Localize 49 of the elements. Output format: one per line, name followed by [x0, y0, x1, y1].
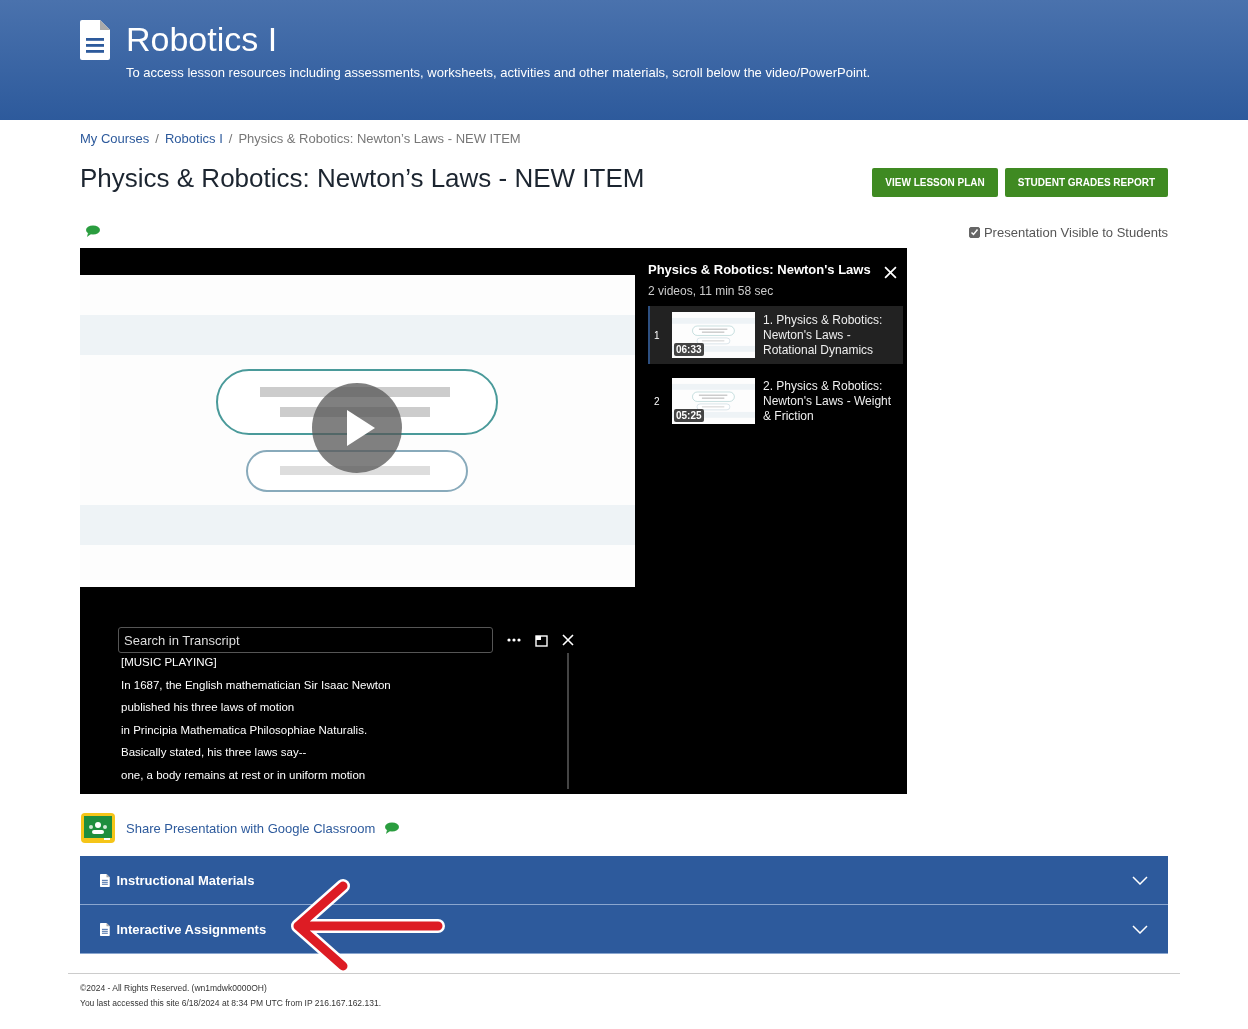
popout-icon[interactable] [535, 633, 548, 647]
classroom-icon[interactable] [80, 812, 116, 844]
chevron-icon [1132, 924, 1148, 934]
video-title: 2. Physics & Robotics: Newton's Laws - Weight & Friction [763, 378, 893, 424]
course-title: Robotics I [126, 20, 279, 59]
comment-icon[interactable] [385, 822, 400, 834]
playlist-summary: 2 videos, 11 min 58 sec [648, 284, 775, 298]
transcript-search-field[interactable]: Search in Transcript [118, 627, 493, 653]
section-title: Interactive Assignments [116, 921, 267, 937]
comment-icon[interactable] [86, 225, 100, 237]
video-title: 1. Physics & Robotics: Newton's Laws - Rotational Dynamics [763, 312, 884, 358]
page-title: Physics & Robotics: Newton’s Laws - NEW ITEM [80, 163, 645, 194]
playlist-title: Physics & Robotics: Newton's Laws [648, 262, 871, 277]
play-icon[interactable] [312, 383, 402, 473]
footer-text: ©2024 - All Rights Reserved. (wn1mdwk0000OH) [80, 982, 268, 995]
document-icon [100, 873, 111, 887]
breadcrumb-link[interactable]: Robotics I [165, 131, 223, 146]
playlist-item[interactable]: 2 05:25 2. Physics & Robotics: Newton's Laws - Weight & Friction [648, 372, 903, 430]
checkbox-label: Presentation Visible to Students [983, 224, 1168, 240]
item-number: 1 [654, 329, 661, 341]
transcript-line[interactable]: In 1687, the English mathematician Sir Isaac Newton [118, 675, 567, 699]
checkbox[interactable] [968, 226, 980, 238]
transcript-line[interactable]: one, a body remains at rest or in uniform motion [118, 765, 567, 789]
duration-badge: 05:25 [674, 409, 704, 422]
playlist-item[interactable]: 1 06:33 1. Physics & Robotics: Newton's Laws - Rotational Dynamics [648, 306, 903, 364]
close-icon[interactable] [562, 634, 574, 646]
action-button[interactable]: STUDENT GRADES REPORT [1004, 168, 1168, 197]
transcript-line[interactable]: Basically stated, his three laws say-- [118, 743, 567, 766]
item-number: 2 [654, 395, 661, 407]
current-page-label: Physics & Robotics: Newton’s Laws - NEW ITEM [238, 131, 521, 146]
header-subtitle: To access lesson resources including assessments, worksheets, activities and other materials, scroll below the video/PowerPoint. [126, 65, 871, 80]
transcript-line[interactable]: published his three laws of motion [118, 698, 567, 721]
breadcrumb-separator: / [155, 131, 159, 146]
breadcrumb-link[interactable]: My Courses [80, 131, 150, 146]
transcript-line[interactable]: [MUSIC PLAYING] [118, 653, 567, 676]
document-icon [100, 922, 111, 936]
document-icon [80, 20, 112, 60]
transcript-line[interactable]: in Principia Mathematica Philosophiae Naturalis. [118, 720, 567, 744]
footer-text: You last accessed this site 6/18/2024 at 8:34 PM UTC from IP 216.167.162.131. [80, 997, 382, 1010]
chevron-icon [1132, 875, 1148, 885]
breadcrumb-separator: / [228, 131, 233, 146]
accordion-header[interactable]: Interactive Assignments [80, 905, 1168, 954]
more-icon[interactable] [507, 638, 521, 642]
section-title: Instructional Materials [116, 872, 255, 888]
action-button[interactable]: VIEW LESSON PLAN [872, 168, 998, 197]
share-link[interactable]: Share Presentation with Google Classroom [126, 820, 376, 836]
close-icon[interactable] [884, 266, 897, 279]
accordion-header[interactable]: Instructional Materials [80, 856, 1168, 905]
duration-badge: 06:33 [674, 343, 704, 356]
